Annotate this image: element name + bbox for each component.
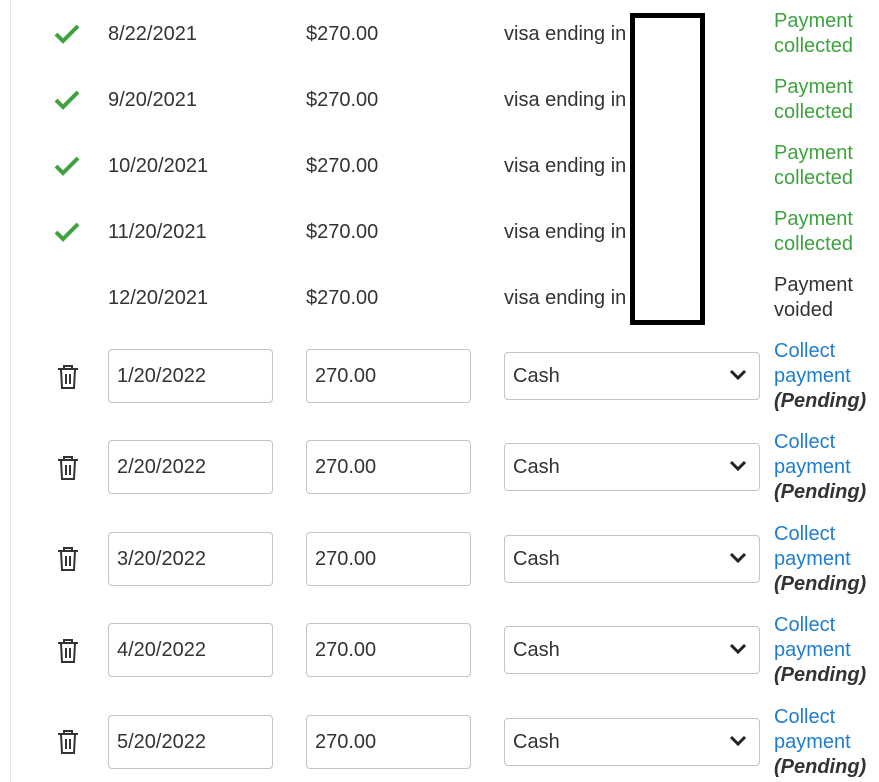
trash-icon[interactable] [56,729,80,755]
trash-icon[interactable] [56,455,80,481]
collect-payment-link[interactable]: Collect payment [774,613,879,663]
date-input[interactable] [108,623,273,677]
chevron-down-icon [729,735,747,747]
payment-method-select[interactable]: Cash [504,352,760,400]
amount-input[interactable] [306,532,471,586]
chevron-down-icon [729,552,747,564]
date-input[interactable] [108,349,273,403]
payment-method-value: Cash [513,456,560,478]
payment-date: 8/22/2021 [108,23,197,45]
date-input[interactable] [108,715,273,769]
chevron-down-icon [729,460,747,472]
payment-method-value: Cash [513,731,560,753]
payment-method-select[interactable]: Cash [504,535,760,583]
collect-payment-link[interactable]: Collect payment [774,522,879,572]
redaction-box [630,13,705,325]
payment-method: visa ending in [504,89,627,111]
payment-amount: $270.00 [306,287,379,309]
payment-method-select[interactable]: Cash [504,718,760,766]
payment-amount: $270.00 [306,221,379,243]
pending-label: (Pending) [774,481,867,503]
amount-input[interactable] [306,349,471,403]
check-icon [54,90,80,110]
collect-status: Collect payment (Pending) [774,613,879,688]
pending-label: (Pending) [774,756,867,778]
payment-method-select[interactable]: Cash [504,626,760,674]
payment-method: visa ending in [504,221,627,243]
payment-method-value: Cash [513,639,560,661]
amount-input[interactable] [306,623,471,677]
payment-amount: $270.00 [306,89,379,111]
pending-label: (Pending) [774,664,867,686]
trash-icon[interactable] [56,364,80,390]
trash-icon[interactable] [56,638,80,664]
date-input[interactable] [108,532,273,586]
pending-label: (Pending) [774,573,867,595]
trash-icon[interactable] [56,546,80,572]
amount-input[interactable] [306,715,471,769]
collect-status: Collect payment (Pending) [774,522,879,597]
collect-payment-link[interactable]: Collect payment [774,430,879,480]
amount-input[interactable] [306,440,471,494]
chevron-down-icon [729,369,747,381]
payment-method-select[interactable]: Cash [504,443,760,491]
date-input[interactable] [108,440,273,494]
payment-amount: $270.00 [306,23,379,45]
chevron-down-icon [729,643,747,655]
payment-status: Payment collected [774,10,853,57]
payment-amount: $270.00 [306,155,379,177]
collect-status: Collect payment (Pending) [774,339,879,414]
payment-status: Payment collected [774,142,853,189]
payment-status: Payment collected [774,76,853,123]
collect-payment-link[interactable]: Collect payment [774,339,879,389]
payment-method: visa ending in [504,155,627,177]
payment-status: Payment collected [774,208,853,255]
payment-method-value: Cash [513,548,560,570]
pending-label: (Pending) [774,390,867,412]
payment-date: 12/20/2021 [108,287,209,309]
collect-payment-link[interactable]: Collect payment [774,705,879,755]
payment-method-value: Cash [513,365,560,387]
payment-method: visa ending in [504,287,627,309]
payment-method: visa ending in [504,23,627,45]
payment-date: 10/20/2021 [108,155,209,177]
payment-date: 9/20/2021 [108,89,197,111]
check-icon [54,222,80,242]
payment-date: 11/20/2021 [108,221,207,243]
check-icon [54,156,80,176]
left-border [10,0,11,782]
check-icon [54,24,80,44]
collect-status: Collect payment (Pending) [774,430,879,505]
payment-status: Payment voided [774,274,853,321]
collect-status: Collect payment (Pending) [774,705,879,780]
